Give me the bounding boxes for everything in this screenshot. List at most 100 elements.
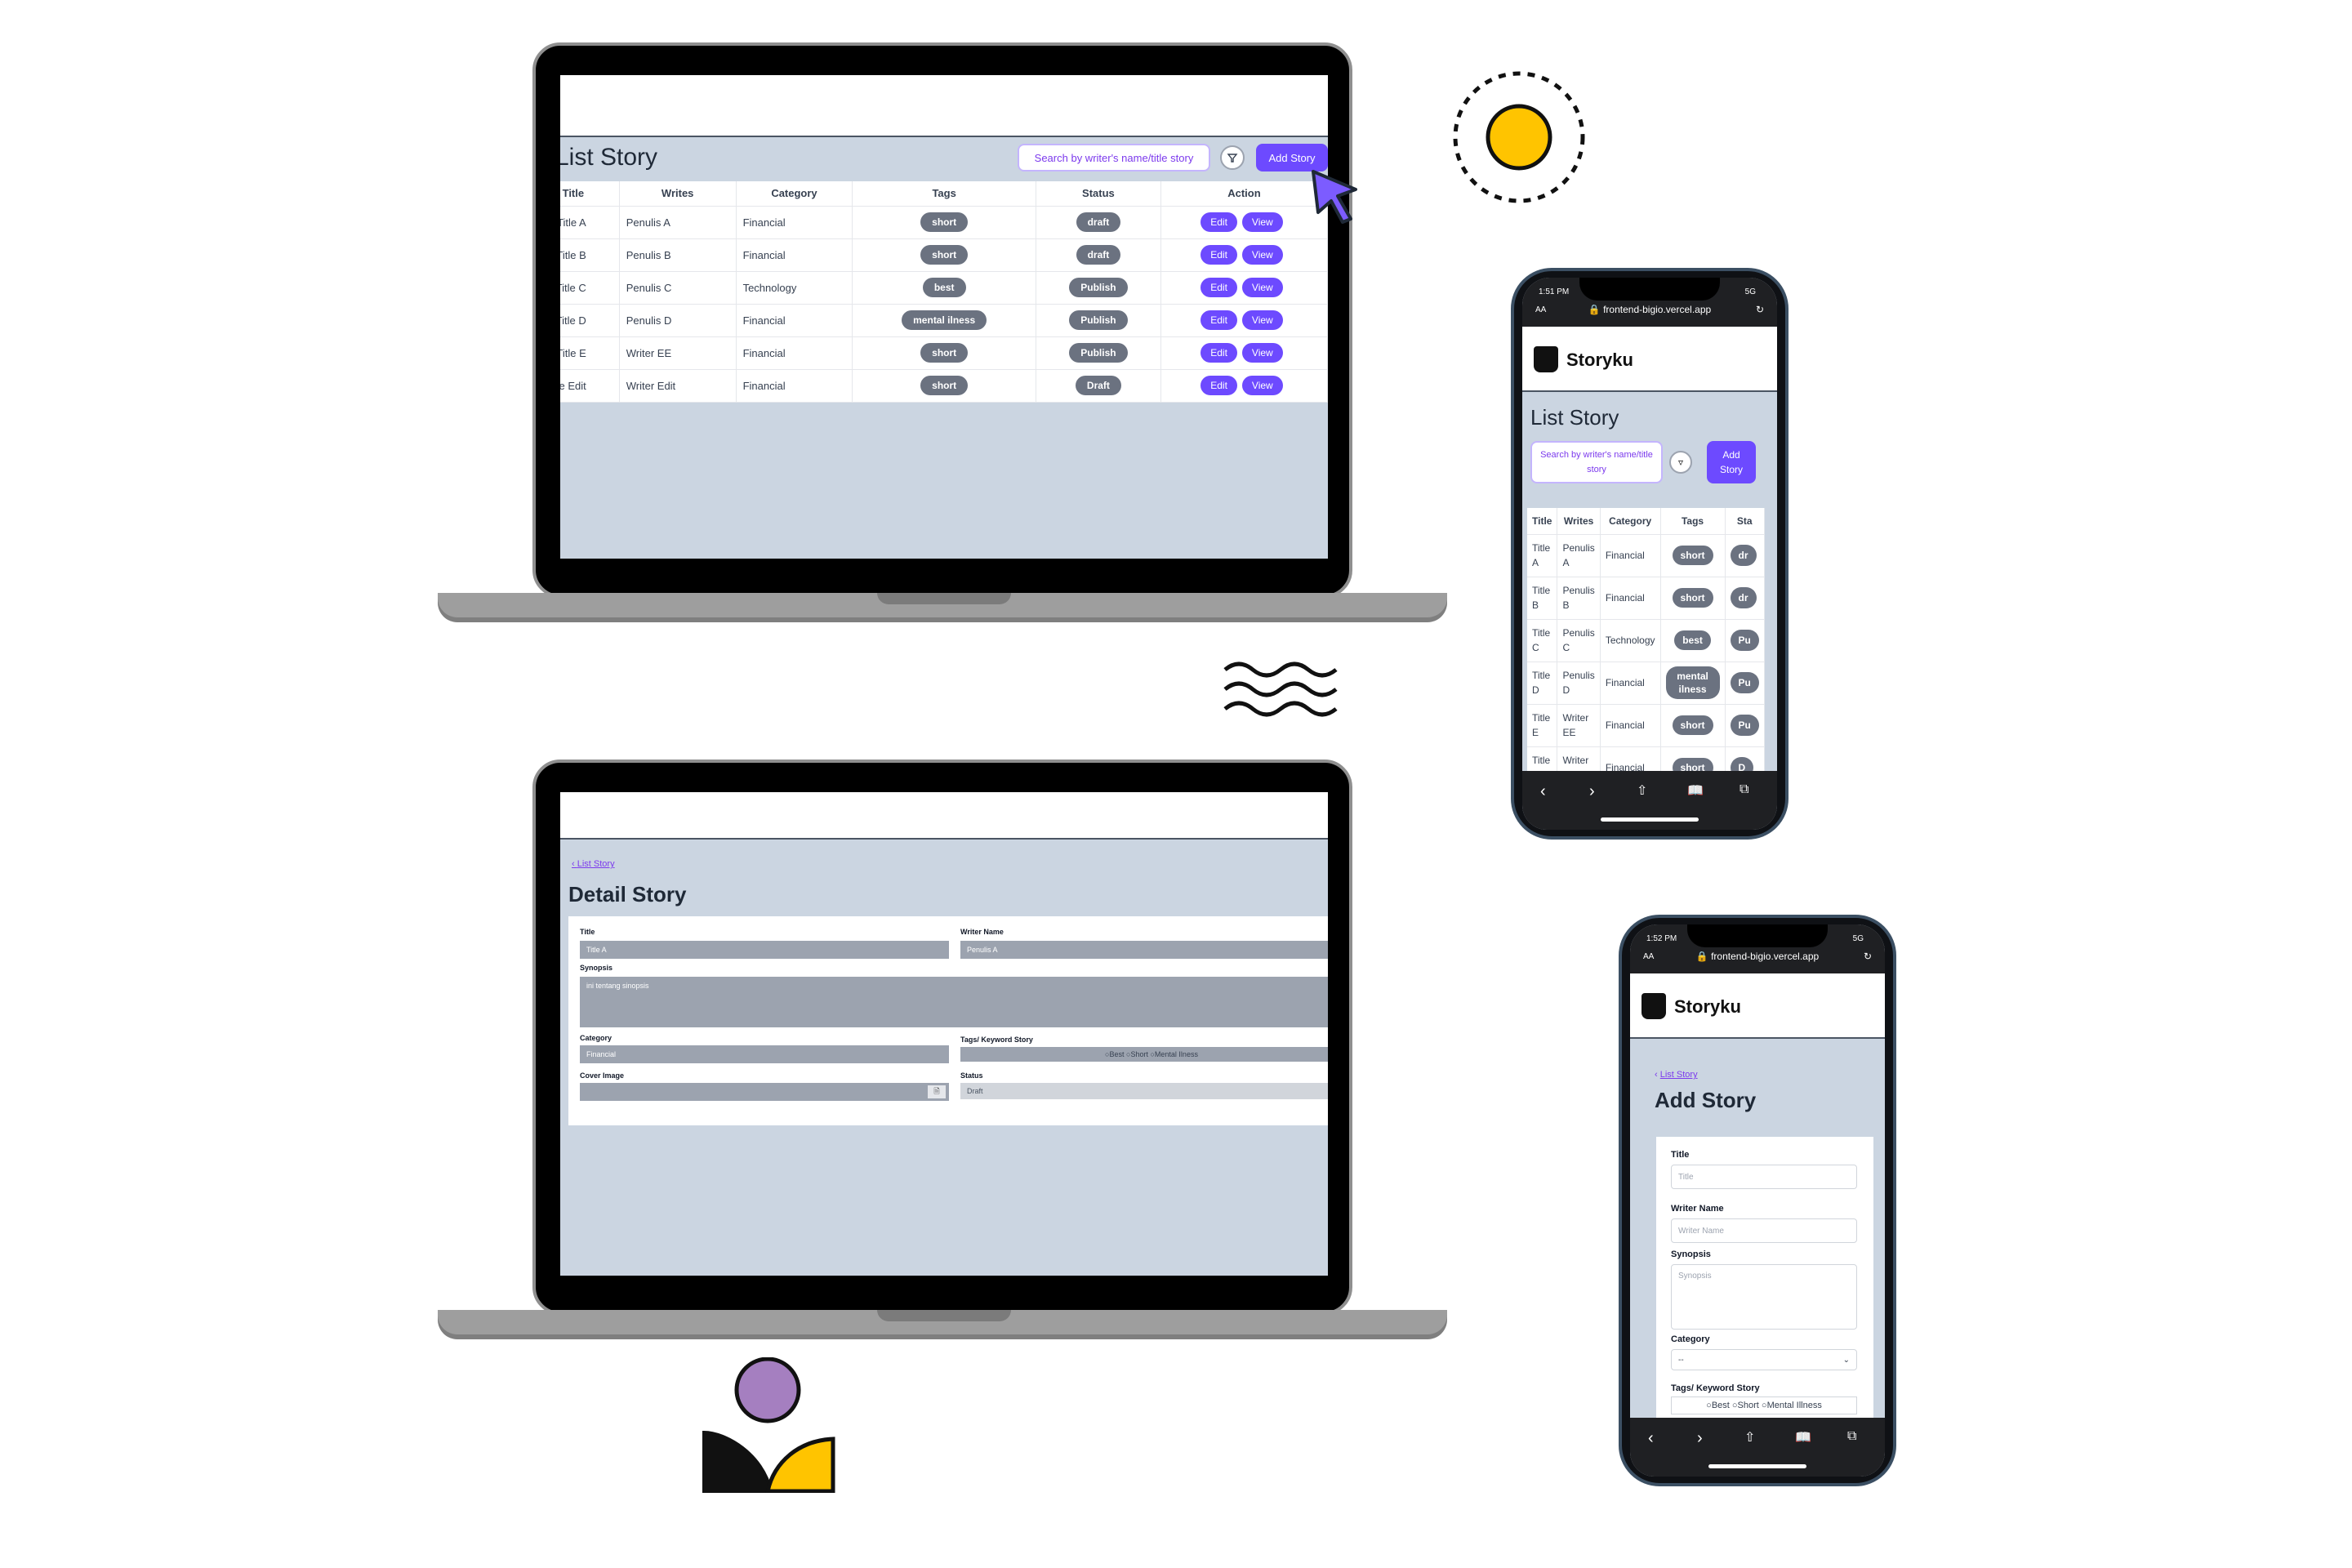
tabs-icon[interactable]: ⧉ — [1740, 782, 1748, 797]
bookmarks-icon[interactable]: 📖 — [1687, 782, 1704, 799]
cell-title: Title B — [560, 238, 620, 272]
status-select[interactable]: Draft — [960, 1083, 1328, 1099]
cell-status: dr — [1725, 534, 1765, 577]
reload-icon[interactable]: ↻ — [1864, 951, 1872, 962]
reload-icon[interactable]: ↻ — [1756, 304, 1764, 315]
tag-option-mental[interactable]: ○Mental Illness — [1762, 1401, 1822, 1410]
edit-button[interactable]: Edit — [1200, 278, 1237, 297]
cell-writer: Penulis C — [619, 271, 737, 305]
sun-decoration-icon — [1453, 71, 1585, 203]
text-size-button[interactable]: AA — [1643, 952, 1654, 961]
category-field: Financial — [580, 1045, 949, 1063]
synopsis-label: Synopsis — [580, 964, 613, 972]
edit-button[interactable]: Edit — [1200, 310, 1237, 330]
filter-button[interactable]: ▿ — [1669, 451, 1692, 474]
tag-option-short-label: Short — [1130, 1050, 1148, 1058]
view-button[interactable]: View — [1241, 212, 1283, 232]
back-link[interactable]: ‹ List Story — [572, 859, 615, 869]
synopsis-label: Synopsis — [1671, 1250, 1711, 1259]
tag-option-mental[interactable]: ○Mental Ilness — [1150, 1050, 1197, 1058]
edit-button[interactable]: Edit — [1200, 343, 1237, 363]
tag-option-short[interactable]: ○Short — [1732, 1401, 1759, 1410]
cover-image-field[interactable]: 🗎 — [580, 1083, 949, 1101]
view-button[interactable]: View — [1241, 376, 1283, 395]
column-header: Title — [1527, 508, 1558, 535]
category-label: Category — [1671, 1334, 1710, 1344]
table-row: Title Edit Writer EditFinancial short Draft… — [560, 369, 1328, 403]
url-text: frontend-bigio.vercel.app — [1603, 304, 1712, 315]
back-link[interactable]: ‹ List Story — [1655, 1070, 1698, 1080]
cell-title-text: Title B — [560, 248, 586, 261]
story-table: Title Writes Category Tags Sta Title A Penuli… — [1527, 508, 1765, 790]
title-label: Title — [1671, 1150, 1690, 1160]
title-field: Title A — [580, 941, 949, 959]
detail-card: Title Title A Writer Name Penulis A Syno… — [568, 916, 1328, 1125]
column-header: Tags — [1660, 508, 1726, 535]
cell-title-text: Title Edit — [560, 379, 586, 392]
table-row: Title B Penulis B Financial short dr — [1527, 577, 1765, 620]
cell-category: Financial — [1600, 534, 1661, 577]
add-story-button[interactable]: Add Story — [1256, 144, 1328, 172]
status-badge: Draft — [1075, 376, 1121, 395]
table-row: Title B Penulis BFinancial short draft EditV… — [560, 238, 1328, 272]
tag-option-short[interactable]: ○Short — [1126, 1050, 1148, 1058]
status-badge: dr — [1730, 545, 1757, 566]
cell-tag: short — [1660, 577, 1726, 620]
cell-status: Draft — [1036, 369, 1161, 403]
tag-option-best[interactable]: ○Best — [1105, 1050, 1124, 1058]
category-select[interactable]: -- ⌄ — [1671, 1349, 1857, 1370]
tag-badge: best — [1674, 630, 1711, 650]
chevron-down-icon: ⌄ — [1842, 1355, 1850, 1365]
address-bar[interactable]: AA 🔒 frontend-bigio.vercel.app ↻ — [1529, 299, 1771, 320]
tabs-icon[interactable]: ⧉ — [1847, 1429, 1856, 1444]
back-link-label[interactable]: List Story — [577, 859, 615, 869]
cell-writer: Writer EE — [619, 336, 737, 370]
cell-writer: Penulis B — [619, 238, 737, 272]
cover-label: Cover Image — [580, 1071, 625, 1080]
tag-option-best-label: Best — [1711, 1401, 1730, 1410]
forward-arrow-icon[interactable]: › — [1589, 782, 1595, 801]
share-icon[interactable]: ⇧ — [1637, 782, 1647, 799]
writer-input[interactable]: Writer Name — [1671, 1218, 1857, 1243]
cell-action: Edit View — [1160, 238, 1328, 272]
column-header: Category — [1600, 508, 1661, 535]
share-icon[interactable]: ⇧ — [1744, 1429, 1755, 1446]
tag-option-best[interactable]: ○Best — [1706, 1401, 1730, 1410]
status-label: Status — [960, 1071, 983, 1080]
back-arrow-icon[interactable]: ‹ — [1648, 1429, 1654, 1448]
tag-option-mental-label: Mental Ilness — [1154, 1050, 1198, 1058]
filter-button[interactable] — [1220, 145, 1245, 170]
search-input[interactable]: Search by writer's name/title story — [1018, 144, 1210, 172]
writer-field: Penulis A — [960, 941, 1328, 959]
bookmarks-icon[interactable]: 📖 — [1795, 1429, 1811, 1446]
view-button[interactable]: View — [1241, 310, 1283, 330]
page-title: Detail Story — [568, 882, 687, 906]
edit-button[interactable]: Edit — [1200, 376, 1237, 395]
back-arrow-icon[interactable]: ‹ — [1540, 782, 1546, 801]
writer-label: Writer Name — [960, 928, 1004, 936]
view-button[interactable]: View — [1241, 343, 1283, 363]
edit-button[interactable]: Edit — [1200, 245, 1237, 265]
file-icon: 🗎 — [928, 1085, 946, 1098]
app-header: Storyku — [1630, 973, 1885, 1039]
tag-option-mental-label: Mental Illness — [1766, 1401, 1822, 1410]
view-button[interactable]: View — [1241, 278, 1283, 297]
cell-title: Title E — [560, 336, 620, 370]
cell-title: Title B — [1527, 577, 1558, 620]
status-signal: 5G — [1852, 934, 1864, 943]
synopsis-textarea[interactable]: Synopsis — [1671, 1264, 1857, 1330]
edit-button[interactable]: Edit — [1200, 212, 1237, 232]
home-indicator — [1708, 1464, 1806, 1468]
view-button[interactable]: View — [1241, 245, 1283, 265]
text-size-button[interactable]: AA — [1535, 305, 1546, 314]
category-select-value: -- — [1678, 1355, 1684, 1365]
title-input[interactable]: Title — [1671, 1165, 1857, 1189]
search-input[interactable]: Search by writer's name/title story — [1530, 441, 1663, 483]
status-badge: Pu — [1730, 630, 1759, 651]
back-link-label[interactable]: List Story — [1660, 1070, 1698, 1080]
cell-writer: Writer EE — [1557, 704, 1601, 747]
address-bar[interactable]: AA 🔒 frontend-bigio.vercel.app ↻ — [1637, 946, 1878, 967]
add-story-button[interactable]: Add Story — [1707, 441, 1756, 483]
phone-notch — [1687, 924, 1828, 947]
forward-arrow-icon[interactable]: › — [1697, 1429, 1703, 1448]
